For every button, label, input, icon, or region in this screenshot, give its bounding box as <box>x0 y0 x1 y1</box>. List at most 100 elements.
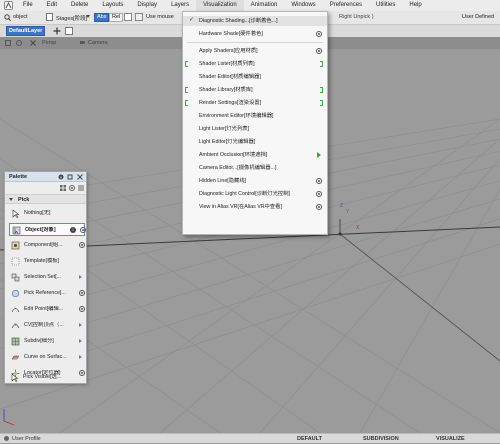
object-search-field[interactable]: object <box>13 14 28 20</box>
close-icon[interactable] <box>30 40 36 46</box>
palette-item-label: Object[对象] <box>25 227 56 233</box>
palette-item-edit-point[interactable]: Edit Point[编辑... <box>9 303 85 316</box>
viewport-maximize-icon[interactable] <box>5 40 11 46</box>
palette-title-bar[interactable]: Palette <box>5 172 86 182</box>
menu-layouts[interactable]: Layouts <box>95 0 130 11</box>
close-icon[interactable] <box>77 174 83 180</box>
option-box-icon[interactable] <box>80 227 86 233</box>
menu-item-render-settings[interactable]: Render Settings[渲染设置] <box>183 98 327 108</box>
menu-item-light-editor[interactable]: Light Editor[灯光编辑器] <box>183 137 327 147</box>
menu-item-diagnostic-light-control[interactable]: Diagnostic Light Control[诊断灯光控制] <box>183 189 327 199</box>
palette-item-component[interactable]: Component[组... <box>9 239 85 252</box>
menu-item-ambient-occlusion[interactable]: Ambient Occlusion[环境遮挡] <box>183 150 327 160</box>
workspace-dropdown[interactable]: User Defined <box>462 14 494 20</box>
menu-item-shader-editor[interactable]: Shader Editor[材质编辑器] <box>183 72 327 82</box>
palette-item-pick-visible[interactable]: Pick Visible[选... <box>8 372 84 383</box>
menu-help[interactable]: Help <box>402 0 428 11</box>
user-profile-label[interactable]: User Profile <box>12 436 41 442</box>
submenu-arrow-icon[interactable] <box>79 339 82 343</box>
right-unpick-hint: Right Unpick ) <box>339 14 374 20</box>
pin-icon[interactable] <box>67 174 73 180</box>
menu-item-camera-editor[interactable]: Camera Editor...[摄像机编辑器...] <box>183 163 327 173</box>
abs-button[interactable]: Abs <box>94 13 110 22</box>
menu-item-environment-editor[interactable]: Environment Editor[环境编辑器] <box>183 111 327 121</box>
palette-item-curve-on-surface[interactable]: Curve on Surfac... <box>9 351 85 364</box>
menu-delete[interactable]: Delete <box>64 0 95 11</box>
palette-item-nothing[interactable]: Nothing[无] <box>9 207 85 220</box>
menu-item-label: Render Settings[渲染设置] <box>199 100 262 106</box>
viewport-camera-label: Camera <box>88 40 108 46</box>
menu-preferences[interactable]: Preferences <box>323 0 369 11</box>
grid-view-icon[interactable] <box>60 185 66 191</box>
menu-item-view-in-alias-vr[interactable]: View in Alias VR[在Alias VR中查看] <box>183 202 327 212</box>
option-box-icon[interactable] <box>316 178 322 184</box>
menu-animation[interactable]: Animation <box>244 0 285 11</box>
menu-edit[interactable]: Edit <box>40 0 64 11</box>
palette-title: Palette <box>9 174 28 180</box>
info-icon[interactable]: i <box>70 227 76 233</box>
menu-item-label: Diagnostic Shading...[诊断着色...] <box>199 18 278 24</box>
option-box-icon[interactable] <box>79 306 85 312</box>
submenu-arrow-icon[interactable] <box>79 323 82 327</box>
menu-item-label: Diagnostic Light Control[诊断灯光控制] <box>199 191 290 197</box>
user-profile-icon <box>4 436 9 441</box>
palette-item-template[interactable]: Template[模板] <box>9 255 85 268</box>
palette-item-label: Selection Set[... <box>24 274 62 280</box>
menu-display[interactable]: Display <box>130 0 164 11</box>
option-box-icon[interactable] <box>316 191 322 197</box>
palette-item-pick-reference[interactable]: Pick Reference[... <box>9 287 85 300</box>
info-icon[interactable] <box>58 174 64 180</box>
menu-item-light-lister[interactable]: Light Lister[灯光列表] <box>183 124 327 134</box>
left-bracket-icon <box>185 87 188 93</box>
palette-item-subdiv[interactable]: Subdiv[细分] <box>9 335 85 348</box>
snap-toggle-icon[interactable] <box>124 13 132 21</box>
submenu-arrow-icon[interactable] <box>79 275 82 279</box>
search-icon[interactable] <box>4 14 11 23</box>
layer-options-icon[interactable] <box>65 27 73 35</box>
chevron-down-icon[interactable] <box>86 15 90 18</box>
menu-item-hardware-shade[interactable]: Hardware Shade[硬件着色] <box>183 29 327 39</box>
option-box-icon[interactable] <box>316 204 322 210</box>
palette-item-label: Nothing[无] <box>24 210 51 216</box>
menu-item-label: Light Lister[灯光列表] <box>199 126 250 132</box>
submenu-arrow-icon[interactable] <box>79 355 82 359</box>
pick-visible-icon <box>10 373 19 382</box>
palette-item-selection-set[interactable]: Selection Set[... <box>9 271 85 284</box>
palette-panel: Palette Pick Nothing[无] Object[对象] i Com… <box>4 171 87 384</box>
menu-item-hidden-line[interactable]: Hidden Line[隐藏线] <box>183 176 327 186</box>
settings-icon[interactable] <box>69 185 75 191</box>
stages-icon <box>46 13 53 21</box>
menu-layers[interactable]: Layers <box>164 0 196 11</box>
menu-item-shader-lister[interactable]: Shader Lister[材质列表] <box>183 59 327 69</box>
menu-item-label: Shader Library[材质库] <box>199 87 253 93</box>
chevron-down-icon <box>9 198 13 201</box>
menu-item-shader-library[interactable]: Shader Library[材质库] <box>183 85 327 95</box>
app-logo-icon[interactable] <box>4 1 13 10</box>
default-layer-button[interactable]: DefaultLayer <box>6 26 46 36</box>
axis-y-label: Y <box>346 209 350 215</box>
nothing-icon <box>11 209 20 218</box>
palette-section-header[interactable]: Pick <box>5 194 86 204</box>
option-box-icon[interactable] <box>316 31 322 37</box>
menu-item-diagnostic-shading[interactable]: ✓ Diagnostic Shading...[诊断着色...] <box>183 16 327 26</box>
menu-visualization[interactable]: Visualization <box>196 0 244 11</box>
palette-item-object[interactable]: Object[对象] i <box>9 223 86 236</box>
submenu-arrow-icon <box>317 152 321 158</box>
menu-divider <box>187 42 323 43</box>
rel-button[interactable]: Rel <box>109 13 124 22</box>
menu-icon[interactable] <box>78 185 84 191</box>
palette-item-cv[interactable]: CV[控制顶点（... <box>9 319 85 332</box>
menu-utilities[interactable]: Utilities <box>369 0 402 11</box>
add-layer-icon[interactable] <box>52 26 62 36</box>
right-bracket-icon <box>320 61 323 67</box>
viewport-persp-label: Persp <box>42 40 57 46</box>
menu-item-apply-shaders[interactable]: Apply Shaders[应用材质] <box>183 46 327 56</box>
menu-windows[interactable]: Windows <box>284 0 322 11</box>
palette-item-label: CV[控制顶点（... <box>24 322 64 328</box>
menu-file[interactable]: File <box>16 0 40 11</box>
option-box-icon[interactable] <box>316 48 322 54</box>
viewport-settings-icon[interactable] <box>16 40 22 46</box>
stages-dropdown[interactable]: Stages[阶段] <box>56 14 87 22</box>
option-box-icon[interactable] <box>79 242 85 248</box>
option-box-icon[interactable] <box>79 290 85 296</box>
